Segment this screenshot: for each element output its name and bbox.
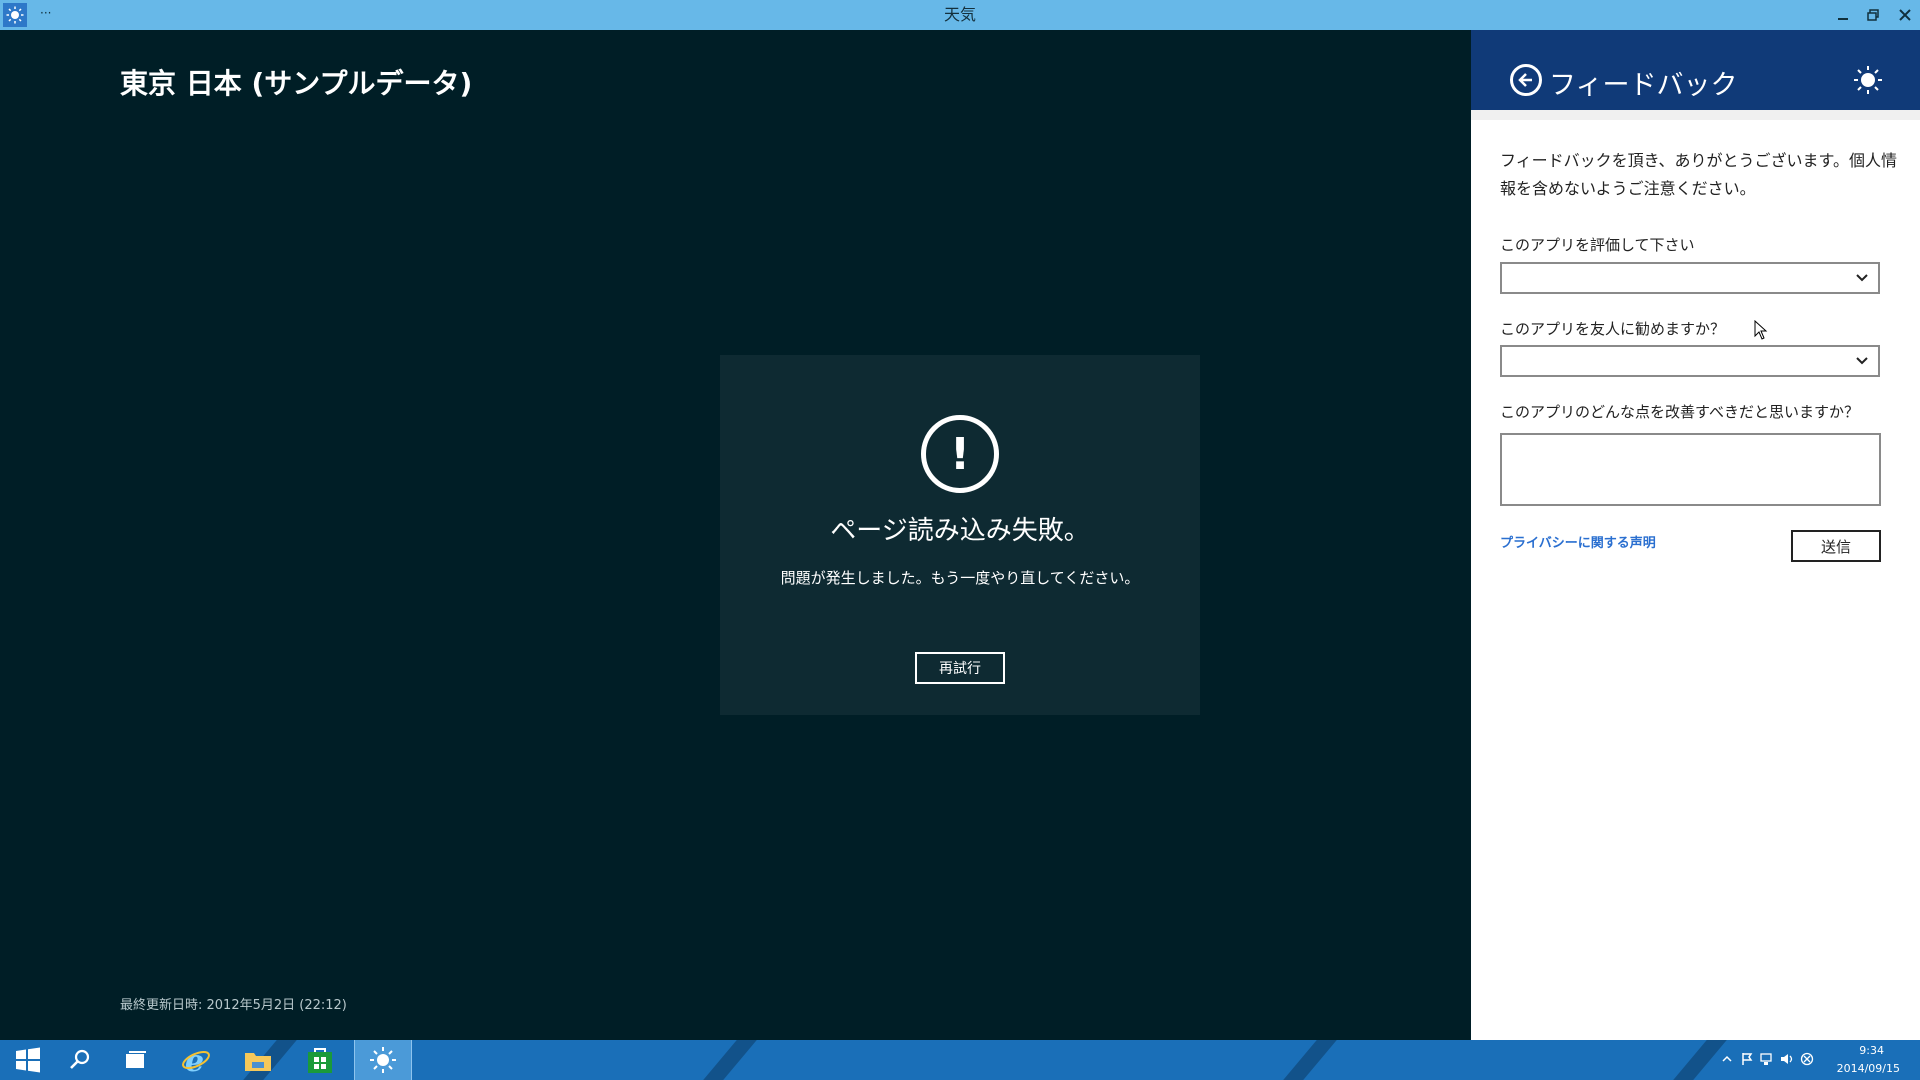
location-title: 東京 日本 (サンプルデータ) [120, 67, 473, 100]
recommend-label: このアプリを友人に勧めますか？ [1500, 320, 1726, 338]
ie-icon: e [182, 1045, 210, 1075]
error-panel: ! ページ読み込み失敗。 問題が発生しました。もう一度やり直してください。 再試… [720, 355, 1200, 715]
mouse-cursor-icon [1754, 320, 1768, 340]
recommend-select[interactable] [1500, 345, 1880, 377]
network-icon[interactable] [1760, 1052, 1774, 1066]
chevron-down-icon [1856, 357, 1868, 365]
improve-label: このアプリのどんな点を改善すべきだと思いますか？ [1500, 403, 1859, 421]
minimize-button[interactable] [1828, 0, 1858, 30]
rate-label: このアプリを評価して下さい [1500, 236, 1695, 254]
feedback-title: フィードバック [1549, 70, 1738, 101]
ie-button[interactable]: e [168, 1040, 224, 1080]
store-button[interactable] [292, 1040, 348, 1080]
back-button[interactable] [1510, 64, 1542, 96]
feedback-intro: フィードバックを頂き、ありがとうございます。個人情報を含めないようご注意ください… [1500, 151, 1897, 198]
title-bar: ··· 天気 [0, 0, 1920, 30]
task-view-icon [126, 1051, 146, 1068]
search-button[interactable] [52, 1040, 108, 1080]
action-center-flag-icon[interactable] [1740, 1052, 1754, 1066]
error-symbol: ! [949, 428, 971, 480]
feedback-header: フィードバック [1471, 30, 1920, 110]
sun-icon [1854, 66, 1882, 94]
taskbar: e 9:34 2014/09/15 [0, 1040, 1920, 1080]
file-explorer-icon [245, 1053, 271, 1071]
window-title: 天気 [943, 5, 976, 24]
exclamation-circle-icon: ! [921, 415, 999, 493]
minimize-icon [1838, 18, 1848, 20]
ime-icon[interactable] [1800, 1052, 1814, 1066]
clock-time[interactable]: 9:34 [1859, 1044, 1884, 1057]
task-view-button[interactable] [108, 1040, 164, 1080]
svg-text:e: e [185, 1045, 204, 1075]
back-arrow-icon [1518, 73, 1532, 87]
send-button[interactable]: 送信 [1791, 530, 1881, 562]
restore-icon [1867, 9, 1879, 21]
weather-icon [370, 1047, 396, 1073]
error-title: ページ読み込み失敗。 [830, 516, 1090, 546]
start-icon [16, 1047, 40, 1073]
weather-app-main: 東京 日本 (サンプルデータ) ! ページ読み込み失敗。 問題が発生しました。も… [0, 30, 1471, 1040]
restore-button[interactable] [1858, 0, 1888, 30]
header-divider [1471, 110, 1920, 120]
clock-date[interactable]: 2014/09/15 [1837, 1062, 1900, 1075]
search-icon [70, 1049, 90, 1069]
store-icon [308, 1048, 332, 1073]
improve-textarea[interactable] [1500, 433, 1881, 506]
close-icon [1899, 9, 1911, 21]
close-button[interactable] [1890, 0, 1920, 30]
last-updated-text: 最終更新日時: 2012年5月2日 (22:12) [120, 998, 347, 1013]
privacy-statement-link[interactable]: プライバシーに関する声明 [1500, 532, 1656, 551]
system-tray: 9:34 2014/09/15 [1640, 1040, 1920, 1080]
rate-select[interactable] [1500, 262, 1880, 294]
weather-taskbar-button[interactable] [354, 1040, 412, 1080]
start-button[interactable] [0, 1040, 56, 1080]
volume-icon[interactable] [1780, 1052, 1794, 1066]
chevron-down-icon [1856, 274, 1868, 282]
error-message: 問題が発生しました。もう一度やり直してください。 [780, 569, 1140, 587]
file-explorer-button[interactable] [230, 1040, 286, 1080]
show-hidden-icons-icon[interactable] [1720, 1052, 1734, 1066]
feedback-pane: フィードバック フィードバックを頂き、ありがとうございます。個人情報を含めないよ… [1471, 30, 1920, 1040]
retry-button[interactable]: 再試行 [915, 652, 1005, 684]
